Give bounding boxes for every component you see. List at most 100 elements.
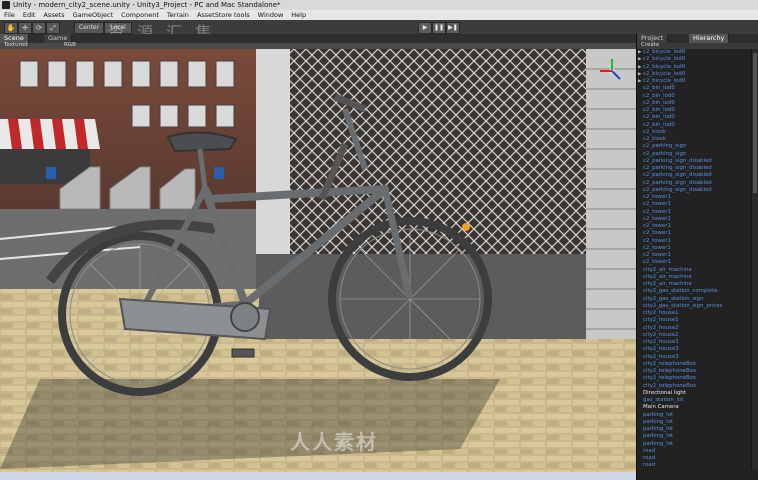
hierarchy-item[interactable]: c2_tower1 xyxy=(637,216,749,223)
hierarchy-item[interactable]: ▶ c2_bicycle_lod0 xyxy=(637,64,749,71)
hierarchy-item-label: road xyxy=(643,455,656,461)
hierarchy-item[interactable]: parking_lot xyxy=(637,433,749,440)
hierarchy-item[interactable]: Main Camera xyxy=(637,404,749,411)
hierarchy-item[interactable]: city2_telephoneBox xyxy=(637,368,749,375)
game-tab-label: Game xyxy=(48,34,68,42)
tab-hierarchy[interactable]: Hierarchy xyxy=(689,34,730,43)
hierarchy-item[interactable]: c2_parking_sign xyxy=(637,151,749,158)
expand-arrow-icon[interactable]: ▶ xyxy=(638,49,641,56)
hierarchy-item[interactable]: c2_tower1 xyxy=(637,230,749,237)
hierarchy-item[interactable]: city2_house3 xyxy=(637,339,749,346)
hierarchy-item[interactable]: city2_telephoneBox xyxy=(637,361,749,368)
hierarchy-item[interactable]: c2_tower1 xyxy=(637,259,749,266)
hierarchy-item[interactable]: c2_bin_lod0 xyxy=(637,100,749,107)
move-tool-icon[interactable]: ✛ xyxy=(18,22,32,34)
hierarchy-item[interactable]: city2_air_machine xyxy=(637,267,749,274)
hierarchy-item[interactable]: road xyxy=(637,448,749,455)
expand-arrow-icon[interactable]: ▶ xyxy=(638,64,641,71)
pivot-toggle[interactable]: Center xyxy=(74,22,104,34)
hierarchy-item[interactable]: c2_kiosk xyxy=(637,136,749,143)
hierarchy-item[interactable]: city2_gas_station_sign_prices xyxy=(637,303,749,310)
hierarchy-item[interactable]: ▶ c2_bicycle_lod0 xyxy=(637,71,749,78)
hierarchy-item[interactable]: c2_tower1 xyxy=(637,238,749,245)
hierarchy-item[interactable]: c2_bin_lod0 xyxy=(637,93,749,100)
hand-tool-icon[interactable]: ✋ xyxy=(4,22,18,34)
menu-component[interactable]: Component xyxy=(117,11,163,19)
hierarchy-item[interactable]: city2_house1 xyxy=(637,310,749,317)
pause-button[interactable]: ❚❚ xyxy=(432,22,446,34)
hierarchy-item-label: road xyxy=(643,447,656,454)
scale-tool-icon[interactable]: ⤢ xyxy=(46,22,60,34)
hierarchy-item[interactable]: ▶ c2_bicycle_lod0 xyxy=(637,49,749,56)
hierarchy-item[interactable]: c2_bin_lod0 xyxy=(637,114,749,121)
hierarchy-item[interactable]: c2_bin_lod0 xyxy=(637,85,749,92)
hierarchy-item[interactable]: city2_house2 xyxy=(637,325,749,332)
menu-edit[interactable]: Edit xyxy=(19,11,40,19)
hierarchy-item[interactable]: c2_tower1 xyxy=(637,252,749,259)
render-mode-dropdown[interactable]: Textured xyxy=(4,42,28,48)
menu-terrain[interactable]: Terrain xyxy=(163,11,193,19)
hierarchy-item[interactable]: city2_telephoneBox xyxy=(637,375,749,382)
menu-assets[interactable]: Assets xyxy=(39,11,68,19)
hierarchy-item-label: c2_bicycle_lod0 xyxy=(643,63,686,70)
hierarchy-item[interactable]: city2_air_machine xyxy=(637,274,749,281)
menu-gameobject[interactable]: GameObject xyxy=(69,11,118,19)
hierarchy-panel: Project Hierarchy Create ▶ c2_bicycle_lod… xyxy=(636,34,758,480)
hierarchy-item-label: c2_tower1 xyxy=(643,244,671,251)
hierarchy-item[interactable]: road xyxy=(637,462,749,469)
hierarchy-item[interactable]: city2_house3 xyxy=(637,346,749,353)
hierarchy-item-label: c2_parking_sign_disabled xyxy=(643,157,712,164)
hierarchy-item[interactable]: parking_lot xyxy=(637,426,749,433)
hierarchy-item[interactable]: c2_tower1 xyxy=(637,209,749,216)
hierarchy-item[interactable]: c2_kiosk xyxy=(637,129,749,136)
menu-assetstore-tools[interactable]: AssetStore tools xyxy=(193,11,254,19)
play-button[interactable]: ▶ xyxy=(418,22,432,34)
step-button[interactable]: ▶❚ xyxy=(446,22,460,34)
hierarchy-item-label: parking_lot xyxy=(643,411,674,418)
hierarchy-item[interactable]: c2_parking_sign_disabled xyxy=(637,158,749,165)
hierarchy-item[interactable]: c2_tower1 xyxy=(637,194,749,201)
hierarchy-item[interactable]: c2_bin_lod0 xyxy=(637,122,749,129)
hierarchy-item[interactable]: ▶ c2_bicycle_lod0 xyxy=(637,78,749,85)
hierarchy-item[interactable]: city2_house3 xyxy=(637,354,749,361)
hierarchy-item[interactable]: city2_house1 xyxy=(637,317,749,324)
striped-awning xyxy=(0,119,100,149)
hierarchy-item[interactable]: c2_parking_sign_disabled xyxy=(637,187,749,194)
hierarchy-item[interactable]: gas_station_lot xyxy=(637,397,749,404)
hierarchy-scrollbar[interactable] xyxy=(751,49,758,469)
hierarchy-item[interactable]: c2_parking_sign xyxy=(637,143,749,150)
hierarchy-item[interactable]: city2_gas_station_sign xyxy=(637,296,749,303)
hierarchy-item-label: c2_bicycle_lod0 xyxy=(643,70,686,77)
hierarchy-item[interactable]: Directional light xyxy=(637,390,749,397)
scrollbar-thumb[interactable] xyxy=(753,53,757,193)
expand-arrow-icon[interactable]: ▶ xyxy=(638,56,641,63)
rotate-tool-icon[interactable]: ⟳ xyxy=(32,22,46,34)
hierarchy-item[interactable]: c2_tower1 xyxy=(637,223,749,230)
menu-file[interactable]: File xyxy=(0,11,19,19)
hierarchy-item[interactable]: c2_parking_sign_disabled xyxy=(637,165,749,172)
hierarchy-item-label: c2_tower1 xyxy=(643,223,671,229)
hierarchy-item[interactable]: parking_lot xyxy=(637,412,749,419)
menu-window[interactable]: Window xyxy=(254,11,288,19)
hierarchy-item[interactable]: c2_parking_sign_disabled xyxy=(637,172,749,179)
hierarchy-item[interactable]: ▶ c2_bicycle_lod0 xyxy=(637,56,749,63)
hierarchy-item[interactable]: c2_tower1 xyxy=(637,245,749,252)
hierarchy-item[interactable]: c2_parking_sign_disabled xyxy=(637,180,749,187)
hierarchy-item[interactable]: c2_bin_lod0 xyxy=(637,107,749,114)
menu-help[interactable]: Help xyxy=(287,11,310,19)
hierarchy-item[interactable]: road xyxy=(637,455,749,462)
hierarchy-item[interactable]: parking_lot xyxy=(637,419,749,426)
hierarchy-item[interactable]: city2_house2 xyxy=(637,332,749,339)
scene-viewport[interactable] xyxy=(0,49,636,480)
hierarchy-item-label: c2_bin_lod0 xyxy=(643,107,675,113)
hierarchy-item[interactable]: city2_gas_station_complete xyxy=(637,288,749,295)
hierarchy-item[interactable]: parking_lot xyxy=(637,441,749,448)
hierarchy-item[interactable]: c2_tower1 xyxy=(637,201,749,208)
hierarchy-item[interactable]: city2_air_machine xyxy=(637,281,749,288)
scene-tab-label: Scene xyxy=(4,34,24,42)
hierarchy-item[interactable]: city2_telephoneBox xyxy=(637,383,749,390)
rgb-dropdown[interactable]: RGB xyxy=(64,42,76,48)
expand-arrow-icon[interactable]: ▶ xyxy=(638,78,641,85)
create-dropdown[interactable]: Create xyxy=(641,42,659,48)
expand-arrow-icon[interactable]: ▶ xyxy=(638,71,641,78)
